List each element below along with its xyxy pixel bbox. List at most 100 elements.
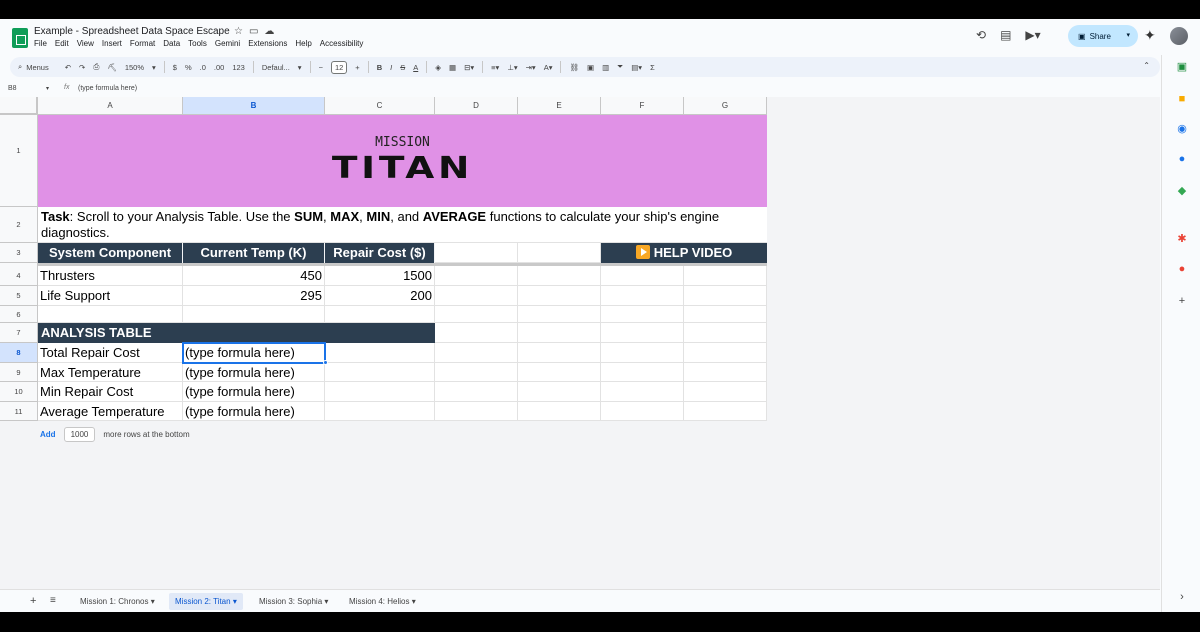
add-sheet-icon[interactable]: + — [30, 595, 36, 607]
menu-file[interactable]: File — [34, 39, 47, 48]
cell-cost-thrusters[interactable]: 1500 — [325, 266, 435, 286]
column-header-b[interactable]: B — [183, 97, 325, 115]
cell-temp-life-support[interactable]: 295 — [183, 286, 325, 306]
sheet-tab-mission-2[interactable]: Mission 2: Titan ▾ — [169, 593, 243, 610]
analysis-label-min-repair-cost[interactable]: Min Repair Cost — [38, 382, 183, 402]
star-icon[interactable]: ☆ — [234, 26, 243, 37]
row-header-2[interactable]: 2 — [0, 207, 38, 243]
decrease-decimal-button[interactable]: .0 — [200, 63, 206, 72]
redo-icon[interactable]: ↷ — [79, 63, 85, 72]
cell-c11[interactable] — [325, 402, 435, 421]
cell-f4[interactable] — [601, 266, 684, 286]
cell-d11[interactable] — [435, 402, 518, 421]
cell-f10[interactable] — [601, 382, 684, 402]
cell-d6[interactable] — [435, 306, 518, 323]
chevron-down-icon[interactable]: ▾ — [46, 85, 49, 92]
cell-e11[interactable] — [518, 402, 601, 421]
sheets-logo-icon[interactable] — [12, 28, 28, 48]
cell-c8[interactable] — [325, 343, 435, 363]
column-header-d[interactable]: D — [435, 97, 518, 115]
help-video-button[interactable]: HELP VIDEO — [601, 243, 767, 263]
analysis-value-min-repair-cost[interactable]: (type formula here) — [183, 382, 325, 402]
row-header-8[interactable]: 8 — [0, 343, 38, 363]
column-header-c[interactable]: C — [325, 97, 435, 115]
increase-decimal-button[interactable]: .00 — [214, 63, 224, 72]
row-header-4[interactable]: 4 — [0, 263, 38, 286]
fill-color-icon[interactable]: ◈ — [435, 63, 441, 72]
chevron-down-icon[interactable]: ▾ — [412, 597, 416, 606]
cell-f11[interactable] — [601, 402, 684, 421]
text-color-button[interactable]: A — [413, 63, 418, 72]
menu-help[interactable]: Help — [295, 39, 311, 48]
header-system-component[interactable]: System Component — [38, 243, 182, 263]
font-size-input[interactable]: 12 — [330, 60, 348, 74]
sheet-tab-mission-3[interactable]: Mission 3: Sophia ▾ — [253, 593, 334, 610]
select-all-corner[interactable] — [0, 97, 38, 115]
add-rows-button[interactable]: Add — [40, 430, 56, 439]
cell-component-life-support[interactable]: Life Support — [38, 286, 183, 306]
add-rows-count-input[interactable]: 1000 — [63, 427, 96, 442]
row-header-7[interactable]: 7 — [0, 323, 38, 343]
cell-f8[interactable] — [601, 343, 684, 363]
menu-view[interactable]: View — [77, 39, 94, 48]
row-header-10[interactable]: 10 — [0, 382, 38, 402]
cell-d7[interactable] — [435, 323, 518, 343]
cell-g11[interactable] — [684, 402, 767, 421]
cell-d10[interactable] — [435, 382, 518, 402]
sheet-tab-mission-4[interactable]: Mission 4: Helios ▾ — [343, 593, 422, 610]
menu-insert[interactable]: Insert — [102, 39, 122, 48]
share-button[interactable]: ▣ Share ▾ — [1068, 25, 1138, 47]
row-header-5[interactable]: 5 — [0, 286, 38, 306]
chevron-right-icon[interactable]: › — [1176, 591, 1188, 603]
menu-extensions[interactable]: Extensions — [248, 39, 287, 48]
cell-g5[interactable] — [684, 286, 767, 306]
cell-b6[interactable] — [183, 306, 325, 323]
gemini-icon[interactable]: ✦ — [1144, 27, 1156, 44]
column-header-a[interactable]: A — [38, 97, 183, 115]
cell-e4[interactable] — [518, 266, 601, 286]
cell-d9[interactable] — [435, 363, 518, 382]
formula-input[interactable]: (type formula here) — [78, 85, 137, 92]
row-header-6[interactable]: 6 — [0, 306, 38, 323]
menu-accessibility[interactable]: Accessibility — [320, 39, 364, 48]
menu-gemini[interactable]: Gemini — [215, 39, 240, 48]
functions-button[interactable]: Σ — [650, 63, 655, 72]
contacts-icon[interactable]: ● — [1176, 153, 1188, 165]
keep-icon[interactable]: ■ — [1176, 93, 1188, 105]
cell-d4[interactable] — [435, 266, 518, 286]
cell-e10[interactable] — [518, 382, 601, 402]
chevron-down-icon[interactable]: ▾ — [151, 597, 155, 606]
menus-search[interactable]: ⌕ Menus — [18, 62, 57, 72]
sheet-tab-mission-1[interactable]: Mission 1: Chronos ▾ — [74, 593, 161, 610]
version-history-icon[interactable]: ⟲ — [976, 28, 986, 42]
cell-d8[interactable] — [435, 343, 518, 363]
cell-e6[interactable] — [518, 306, 601, 323]
comments-icon[interactable]: ▤ — [1000, 28, 1011, 42]
number-format-button[interactable]: 123 — [232, 63, 245, 72]
analysis-label-total-repair-cost[interactable]: Total Repair Cost — [38, 343, 183, 363]
cell-f5[interactable] — [601, 286, 684, 306]
cell-g10[interactable] — [684, 382, 767, 402]
cell-c9[interactable] — [325, 363, 435, 382]
header-repair-cost[interactable]: Repair Cost ($) — [325, 243, 434, 263]
chevron-down-icon[interactable]: ▾ — [233, 597, 237, 606]
sheets-addon-icon[interactable]: ▣ — [1176, 61, 1188, 73]
analysis-label-max-temperature[interactable]: Max Temperature — [38, 363, 183, 382]
undo-icon[interactable]: ↶ — [65, 63, 71, 72]
italic-button[interactable]: I — [390, 63, 392, 72]
chevron-down-icon[interactable]: ▾ — [298, 63, 302, 72]
cell-g7[interactable] — [684, 323, 767, 343]
font-size-decrease-icon[interactable]: − — [319, 63, 323, 72]
cell-e9[interactable] — [518, 363, 601, 382]
row-header-3[interactable]: 3 — [0, 243, 38, 263]
add-addon-icon[interactable]: + — [1176, 295, 1188, 307]
analysis-value-max-temperature[interactable]: (type formula here) — [183, 363, 325, 382]
cell-temp-thrusters[interactable]: 450 — [183, 266, 325, 286]
analysis-value-average-temperature[interactable]: (type formula here) — [183, 402, 325, 421]
chevron-down-icon[interactable]: ▾ — [1126, 31, 1130, 39]
merge-cells-icon[interactable]: ⊟▾ — [464, 63, 474, 72]
avatar[interactable] — [1170, 27, 1188, 45]
fill-handle[interactable] — [323, 360, 328, 365]
percent-button[interactable]: % — [185, 63, 192, 72]
name-box[interactable]: B8 — [8, 85, 17, 92]
